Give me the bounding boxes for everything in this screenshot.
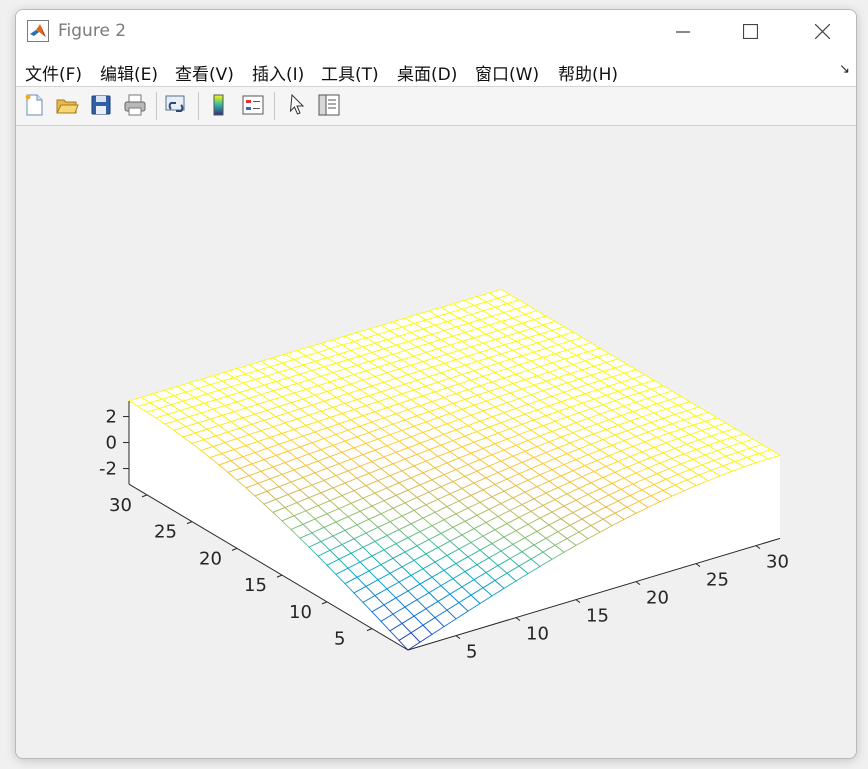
z-tick-label: -2 [99, 459, 117, 480]
edit-plot-pointer-icon[interactable] [284, 92, 310, 118]
toolbar-separator [274, 92, 275, 120]
menu-edit[interactable]: 编辑(E) [100, 60, 158, 85]
x-tick-label: 30 [766, 552, 789, 573]
figure-toolbar [16, 87, 856, 126]
matlab-logo-icon [27, 20, 49, 42]
z-tick-label: 2 [106, 407, 117, 428]
toolbar-separator [156, 92, 157, 120]
x-tick-mark [515, 617, 521, 622]
menu-window[interactable]: 窗口(W) [475, 60, 539, 85]
insert-colorbar-icon[interactable] [206, 92, 232, 118]
menu-file[interactable]: 文件(F) [25, 60, 82, 85]
toolbar-separator [198, 92, 199, 120]
save-icon[interactable] [88, 92, 114, 118]
link-plot-icon[interactable] [163, 92, 189, 118]
property-inspector-icon[interactable] [316, 92, 342, 118]
menu-insert[interactable]: 插入(I) [252, 60, 304, 85]
x-tick-label: 5 [466, 642, 477, 663]
x-tick-label: 15 [586, 606, 609, 627]
insert-legend-icon[interactable] [240, 92, 266, 118]
plot-area[interactable]: 5 10 15 20 25 30 5 10 15 20 25 30 -2 0 2 [16, 126, 856, 758]
y-tick-mark [276, 574, 283, 578]
z-tick-label: 0 [106, 433, 117, 454]
y-tick-mark [141, 494, 148, 498]
x-tick-label: 10 [526, 624, 549, 645]
y-tick-mark [321, 601, 328, 605]
y-tick-mark [231, 547, 238, 551]
y-tick-label: 25 [154, 522, 177, 543]
menu-help[interactable]: 帮助(H) [558, 60, 618, 85]
minimize-button[interactable] [655, 10, 711, 53]
figure-window: Figure 2 文件(F) 编辑(E) 查看(V) 插入(I) 工具(T) 桌… [15, 9, 857, 759]
x-tick-mark [635, 581, 641, 586]
x-tick-mark [455, 635, 461, 639]
x-tick-label: 20 [646, 588, 669, 609]
menu-bar: 文件(F) 编辑(E) 查看(V) 插入(I) 工具(T) 桌面(D) 窗口(W… [16, 53, 856, 87]
y-tick-label: 20 [199, 548, 222, 569]
open-file-icon[interactable] [54, 92, 80, 118]
maximize-button[interactable] [722, 10, 778, 53]
print-icon[interactable] [122, 92, 148, 118]
dock-arrow-icon[interactable]: ↘ [839, 62, 850, 77]
surface-mesh [127, 288, 782, 651]
maximize-icon [742, 24, 758, 39]
surface-plot[interactable]: 5 10 15 20 25 30 5 10 15 20 25 30 -2 0 2 [16, 126, 856, 758]
menu-desktop[interactable]: 桌面(D) [397, 60, 457, 85]
y-tick-label: 10 [289, 602, 312, 623]
y-tick-mark [366, 628, 373, 632]
title-bar[interactable]: Figure 2 [16, 10, 856, 53]
y-tick-label: 5 [334, 629, 345, 650]
new-figure-icon[interactable] [21, 92, 47, 118]
close-icon [814, 24, 830, 39]
x-tick-label: 25 [706, 570, 729, 591]
y-tick-label: 30 [109, 495, 132, 516]
x-tick-mark [755, 545, 761, 550]
x-tick-mark [575, 599, 581, 604]
menu-view[interactable]: 查看(V) [175, 60, 234, 85]
y-tick-mark [186, 521, 193, 525]
x-tick-mark [695, 563, 701, 568]
menu-tools[interactable]: 工具(T) [321, 60, 379, 85]
minimize-icon [676, 30, 690, 33]
close-button[interactable] [794, 10, 850, 53]
y-tick-label: 15 [244, 575, 267, 596]
window-title: Figure 2 [58, 21, 127, 41]
